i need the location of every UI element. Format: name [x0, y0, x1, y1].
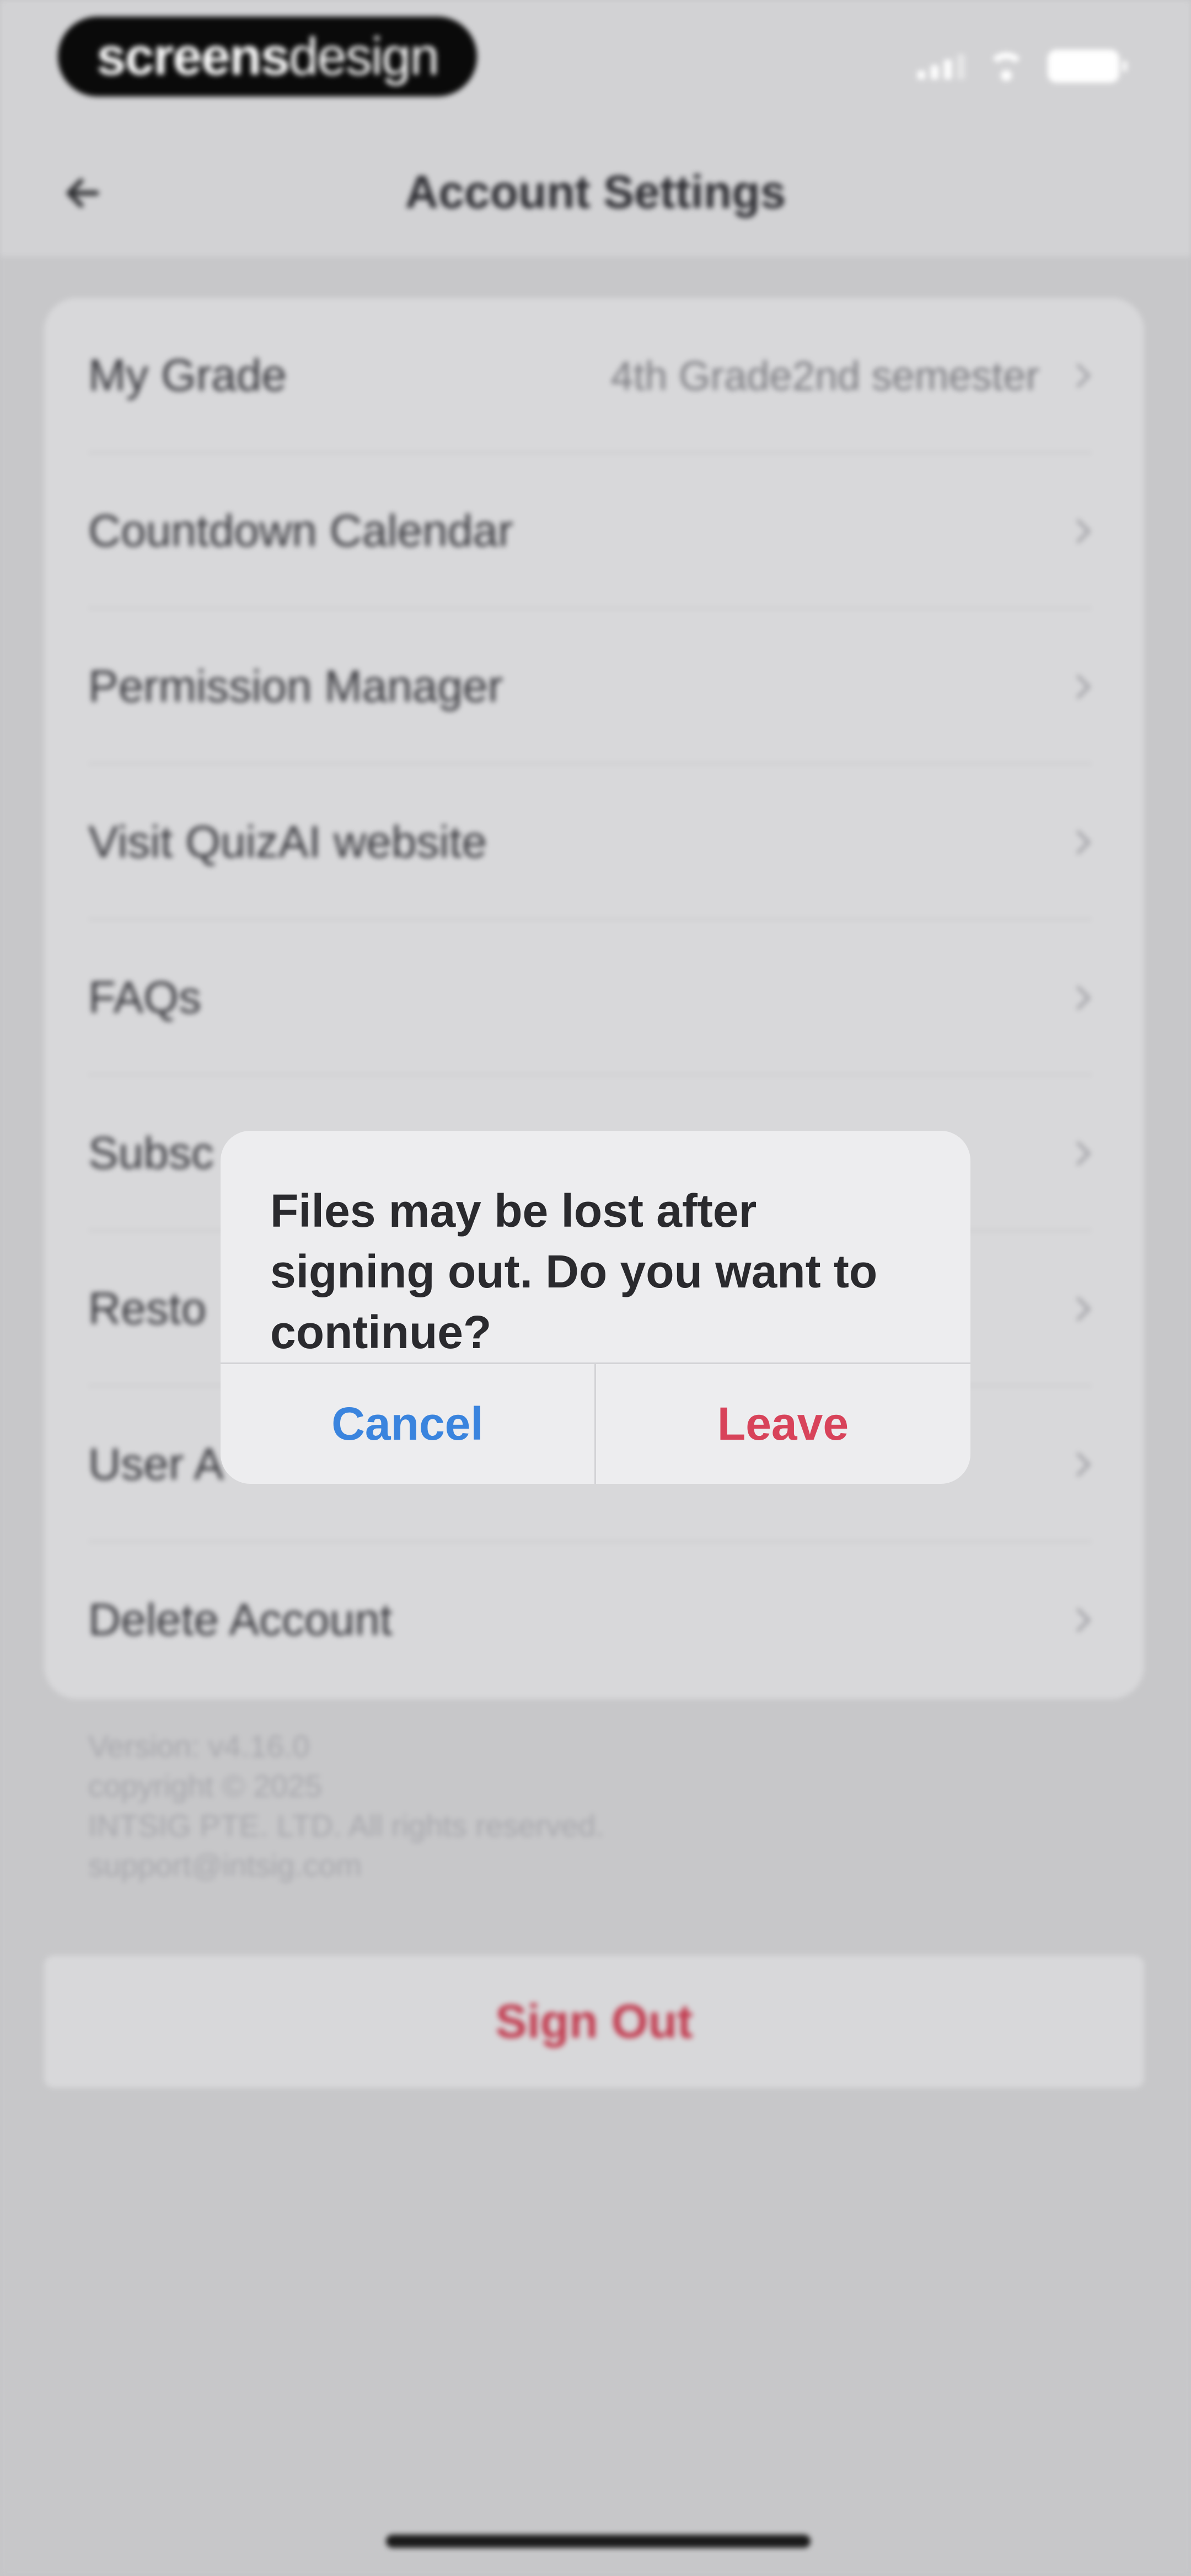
settings-row-countdown-calendar[interactable]: Countdown Calendar [44, 453, 1144, 609]
settings-card: My Grade 4th Grade2nd semester Countdown… [44, 298, 1144, 1699]
brand-logo: screens design [58, 17, 477, 97]
settings-row-label: My Grade [88, 350, 287, 400]
chevron-right-icon [1070, 981, 1092, 1014]
settings-row-delete-account[interactable]: Delete Account [44, 1542, 1144, 1698]
chevron-right-icon [1070, 359, 1092, 392]
settings-row-my-grade[interactable]: My Grade 4th Grade2nd semester [44, 298, 1144, 453]
dialog-message: Files may be lost after signing out. Do … [270, 1185, 878, 1358]
settings-row-value: 4th Grade2nd semester [610, 352, 1039, 399]
version-text: Version: v4.16.0 [88, 1729, 310, 1763]
cancel-button[interactable]: Cancel [221, 1364, 594, 1484]
company-text: INTSIG PTE. LTD. All rights reserved. [88, 1808, 604, 1843]
support-email[interactable]: support@intsig.com [88, 1846, 604, 1885]
copyright-text: copyright © 2025 [88, 1768, 323, 1803]
app-info: Version: v4.16.0 copyright © 2025 INTSIG… [88, 1727, 604, 1885]
sign-out-button[interactable]: Sign Out [44, 1955, 1144, 2088]
home-indicator[interactable] [386, 2535, 811, 2548]
settings-row-label: Delete Account [88, 1595, 393, 1645]
chevron-right-icon [1070, 1448, 1092, 1481]
settings-row-label: Countdown Calendar [88, 506, 513, 556]
settings-row-label: FAQs [88, 972, 202, 1023]
chevron-right-icon [1070, 1292, 1092, 1326]
battery-icon [1048, 50, 1127, 83]
chevron-right-icon [1070, 515, 1092, 548]
settings-row-label: Visit QuizAI website [88, 817, 487, 867]
settings-row-visit-website[interactable]: Visit QuizAI website [44, 765, 1144, 920]
chevron-right-icon [1070, 1137, 1092, 1170]
brand-logo-bold: screens [96, 26, 290, 86]
page-title: Account Settings [405, 166, 786, 218]
settings-row-permission-manager[interactable]: Permission Manager [44, 609, 1144, 765]
top-bar: screens design Account Settings [0, 0, 1191, 256]
settings-row-label: Permission Manager [88, 661, 503, 712]
chevron-right-icon [1070, 1604, 1092, 1637]
chevron-right-icon [1070, 670, 1092, 703]
brand-logo-light: design [289, 26, 439, 86]
wifi-icon [987, 52, 1026, 81]
settings-row-faqs[interactable]: FAQs [44, 920, 1144, 1076]
status-icons [918, 50, 1127, 83]
chevron-right-icon [1070, 826, 1092, 859]
cellular-signal-icon [918, 53, 965, 79]
sign-out-dialog: Files may be lost after signing out. Do … [221, 1131, 970, 1484]
leave-button[interactable]: Leave [596, 1364, 970, 1484]
